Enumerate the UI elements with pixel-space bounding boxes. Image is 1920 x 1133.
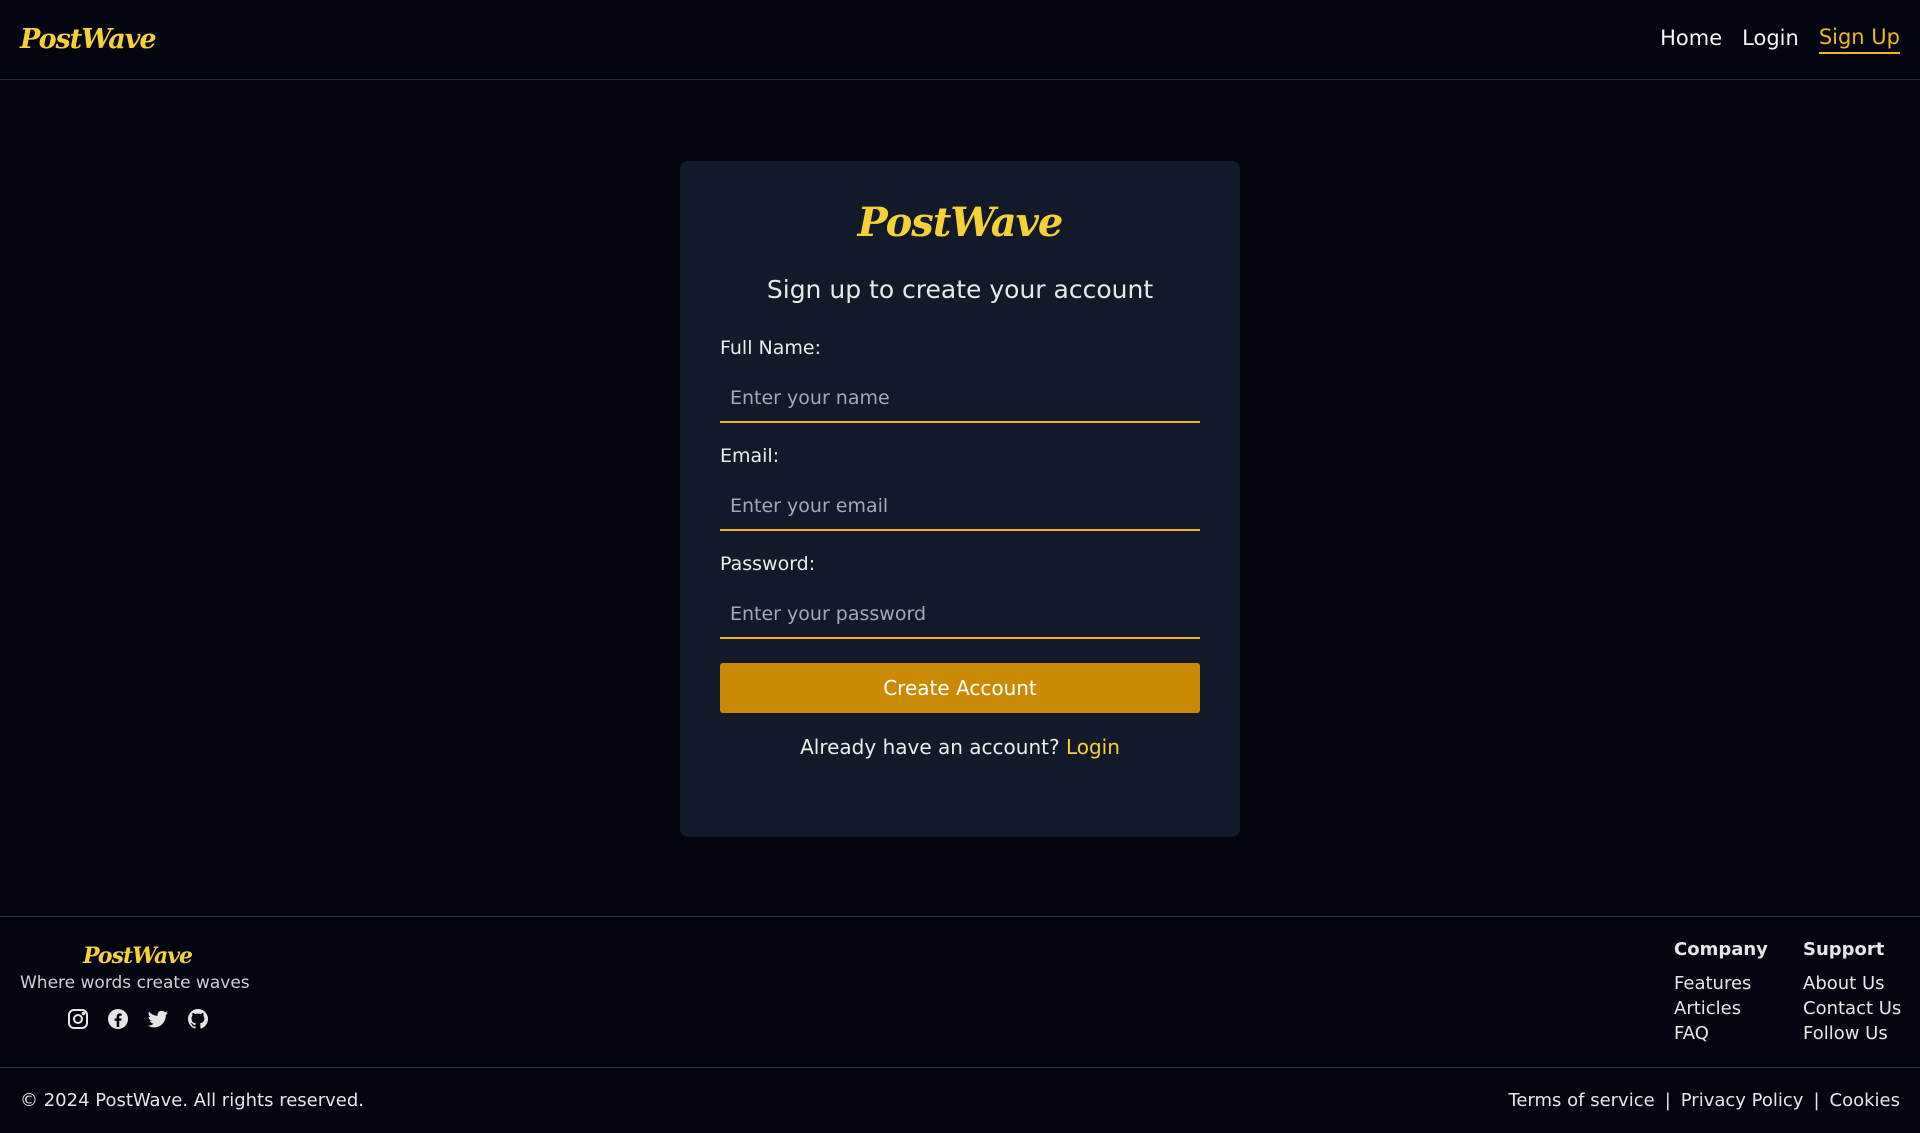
footer-company-column: Company Features Articles FAQ — [1674, 939, 1768, 1048]
full-name-input[interactable] — [720, 375, 1200, 423]
main-nav: Home Login Sign Up — [1660, 25, 1900, 54]
support-heading: Support — [1803, 939, 1885, 960]
signup-card: PostWave Sign up to create your account … — [680, 161, 1240, 837]
privacy-link[interactable]: Privacy Policy — [1681, 1090, 1804, 1111]
footer-link-features[interactable]: Features — [1674, 973, 1768, 998]
nav-login-link[interactable]: Login — [1742, 26, 1799, 53]
full-name-label: Full Name: — [720, 337, 821, 359]
footer-tagline: Where words create waves — [20, 973, 250, 993]
brand-logo[interactable]: PostWave — [20, 24, 157, 55]
footer-bottom-bar: © 2024 PostWave. All rights reserved. Te… — [0, 1068, 1920, 1133]
footer-link-follow-us[interactable]: Follow Us — [1803, 1023, 1901, 1048]
nav-signup-link[interactable]: Sign Up — [1818, 25, 1900, 54]
footer-link-contact-us[interactable]: Contact Us — [1803, 998, 1901, 1023]
facebook-icon[interactable] — [106, 1007, 130, 1031]
social-links — [20, 1007, 255, 1031]
password-label: Password: — [720, 553, 816, 575]
legal-separator: | — [1664, 1090, 1671, 1111]
create-account-button[interactable]: Create Account — [720, 663, 1200, 713]
twitter-icon[interactable] — [146, 1007, 170, 1031]
copyright-text: © 2024 PostWave. All rights reserved. — [20, 1090, 364, 1111]
email-label: Email: — [720, 445, 780, 467]
login-prompt: Already have an account? Login — [720, 735, 1200, 759]
legal-links: Terms of service | Privacy Policy | Cook… — [1508, 1090, 1900, 1111]
nav-home-link[interactable]: Home — [1660, 26, 1722, 53]
footer-brand: PostWave Where words create waves — [20, 943, 255, 1031]
instagram-icon[interactable] — [66, 1007, 90, 1031]
footer-link-about-us[interactable]: About Us — [1803, 973, 1901, 998]
login-link[interactable]: Login — [1066, 735, 1120, 759]
password-group: Password: — [720, 553, 1200, 639]
footer-support-column: Support About Us Contact Us Follow Us — [1803, 939, 1901, 1048]
card-brand-logo: PostWave — [857, 199, 1064, 246]
password-input[interactable] — [720, 591, 1200, 639]
footer-link-articles[interactable]: Articles — [1674, 998, 1768, 1023]
company-heading: Company — [1674, 939, 1768, 960]
full-name-group: Full Name: — [720, 337, 1200, 423]
login-prompt-text: Already have an account? — [800, 735, 1060, 759]
email-group: Email: — [720, 445, 1200, 531]
cookies-link[interactable]: Cookies — [1830, 1090, 1900, 1111]
legal-separator: | — [1813, 1090, 1820, 1111]
footer-logo[interactable]: PostWave — [20, 943, 255, 969]
signup-heading: Sign up to create your account — [766, 275, 1154, 304]
github-icon[interactable] — [186, 1007, 210, 1031]
terms-link[interactable]: Terms of service — [1508, 1090, 1654, 1111]
footer-link-faq[interactable]: FAQ — [1674, 1023, 1768, 1048]
email-input[interactable] — [720, 483, 1200, 531]
footer: PostWave Where words create waves Compan… — [0, 916, 1920, 1068]
top-navbar: PostWave Home Login Sign Up — [0, 0, 1920, 80]
